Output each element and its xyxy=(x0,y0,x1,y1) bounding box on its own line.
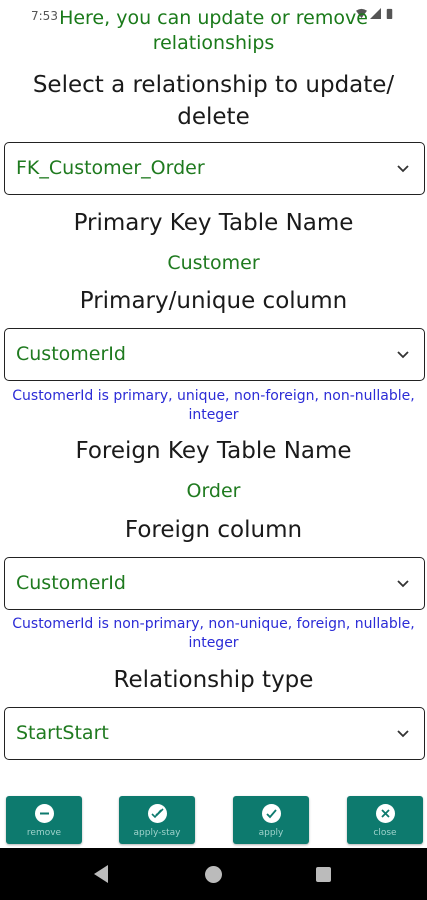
primary-column-dropdown[interactable]: CustomerId xyxy=(4,328,425,381)
primary-table-label: Primary Key Table Name xyxy=(73,210,354,236)
apply-stay-button-label: apply-stay xyxy=(133,828,181,838)
double-check-circle-icon xyxy=(148,804,167,823)
header-message: Here, you can update or remove relations… xyxy=(59,7,368,54)
relationship-dropdown-value: FK_Customer_Order xyxy=(16,157,205,179)
foreign-table-label: Foreign Key Table Name xyxy=(75,438,352,464)
minus-circle-icon xyxy=(35,804,54,823)
relationship-dropdown[interactable]: FK_Customer_Order xyxy=(4,142,425,195)
back-icon[interactable] xyxy=(94,865,108,883)
primary-table-value: Customer xyxy=(167,252,260,274)
chevron-down-icon xyxy=(397,351,409,359)
primary-column-label: Primary/unique column xyxy=(79,288,348,314)
foreign-column-dropdown-value: CustomerId xyxy=(16,572,126,594)
chevron-down-icon xyxy=(397,730,409,738)
system-nav-bar xyxy=(0,848,427,900)
chevron-down-icon xyxy=(397,580,409,588)
apply-button[interactable]: apply xyxy=(233,796,309,844)
foreign-table-value: Order xyxy=(186,480,241,502)
foreign-column-label: Foreign column xyxy=(124,517,303,543)
close-button-label: close xyxy=(373,828,397,838)
remove-button[interactable]: remove xyxy=(6,796,82,844)
primary-column-info: CustomerId is primary, unique, non-forei… xyxy=(12,388,415,423)
foreign-column-info: CustomerId is non-primary, non-unique, f… xyxy=(12,616,415,651)
check-circle-icon xyxy=(262,804,281,823)
chevron-down-icon xyxy=(397,165,409,173)
primary-column-dropdown-value: CustomerId xyxy=(16,343,126,365)
relationship-type-dropdown-value: StartStart xyxy=(16,722,109,744)
apply-stay-button[interactable]: apply-stay xyxy=(119,796,195,844)
close-button[interactable]: close xyxy=(347,796,423,844)
apply-button-label: apply xyxy=(258,828,284,838)
close-circle-icon xyxy=(376,804,395,823)
recent-apps-icon[interactable] xyxy=(316,867,331,882)
select-relationship-title: Select a relationship to update/ delete xyxy=(32,72,395,130)
action-bar: remove apply-stay apply close xyxy=(0,796,427,844)
home-icon[interactable] xyxy=(205,866,222,883)
relationship-type-dropdown[interactable]: StartStart xyxy=(4,707,425,760)
remove-button-label: remove xyxy=(26,828,62,838)
foreign-column-dropdown[interactable]: CustomerId xyxy=(4,557,425,610)
relationship-type-label: Relationship type xyxy=(113,667,314,693)
